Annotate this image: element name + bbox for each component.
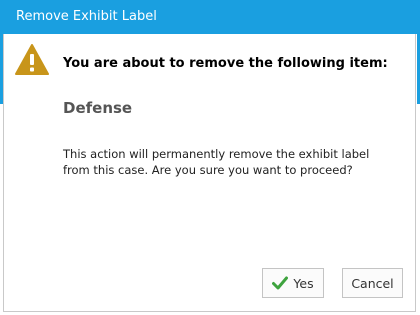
cancel-button-label: Cancel	[351, 275, 394, 291]
item-name: Defense	[63, 99, 133, 117]
yes-button[interactable]: Yes	[262, 268, 324, 298]
dialog-headline: You are about to remove the following it…	[63, 56, 388, 71]
dialog-titlebar: Remove Exhibit Label	[0, 0, 420, 34]
yes-button-label: Yes	[293, 275, 314, 291]
dialog-message: This action will permanently remove the …	[63, 147, 370, 177]
checkmark-icon	[272, 276, 289, 290]
warning-icon	[15, 44, 49, 75]
dialog-title: Remove Exhibit Label	[16, 9, 157, 24]
cancel-button[interactable]: Cancel	[342, 268, 403, 298]
